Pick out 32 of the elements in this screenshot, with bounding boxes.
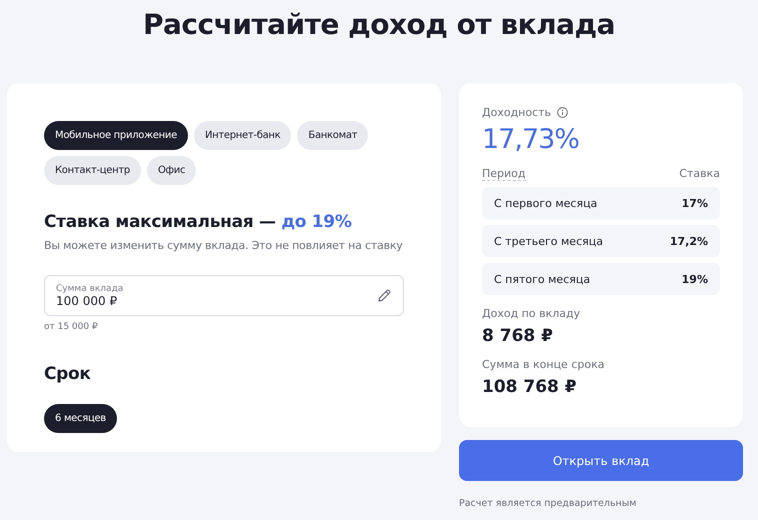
channel-chip[interactable]: Банкомат (297, 121, 368, 150)
rate-value: 17% (682, 196, 708, 210)
yield-value: 17,73% (482, 123, 580, 157)
column-header: Ставка (679, 167, 720, 181)
rate-note: Вы можете изменить сумму вклада. Это не повлияет на ставку (44, 239, 404, 252)
yield-label: Доходность (482, 106, 552, 119)
income-label: Доход по вкладу (482, 307, 582, 320)
footnote: Расчет является предварительным (459, 498, 638, 509)
rate-value: 19% (682, 272, 708, 286)
rate-heading: Ставка максимальная — до 19% (44, 211, 353, 233)
page-title: Рассчитайте доход от вклада (142, 7, 616, 43)
field-value: 100 000 ₽ (56, 294, 118, 308)
channel-chip[interactable]: Контакт-центр (44, 156, 141, 185)
period-label: С третьего месяца (494, 234, 603, 248)
column-header: Период (482, 167, 526, 181)
total-label: Сумма в конце срока (482, 358, 606, 371)
channel-chip[interactable]: Интернет-банк (194, 121, 292, 150)
rate-value: 17,2% (670, 234, 708, 248)
open-deposit-button[interactable]: Открыть вклад (459, 440, 743, 481)
income-value: 8 768 ₽ (482, 326, 554, 346)
total-value: 108 768 ₽ (482, 377, 578, 397)
amount-hint: от 15 000 ₽ (44, 322, 99, 332)
channel-chip[interactable]: Мобильное приложение (44, 121, 188, 150)
info-icon[interactable] (557, 107, 568, 118)
term-chip[interactable]: 6 месяцев (44, 404, 117, 433)
channel-chip[interactable]: Офис (146, 156, 196, 185)
pencil-icon[interactable] (376, 288, 392, 304)
term-heading: Срок (44, 364, 92, 384)
period-label: С первого месяца (494, 196, 598, 210)
field-label: Сумма вклада (56, 284, 124, 294)
period-label: С пятого месяца (494, 272, 590, 286)
amount-field[interactable]: Сумма вклада 100 000 ₽ (44, 275, 404, 316)
